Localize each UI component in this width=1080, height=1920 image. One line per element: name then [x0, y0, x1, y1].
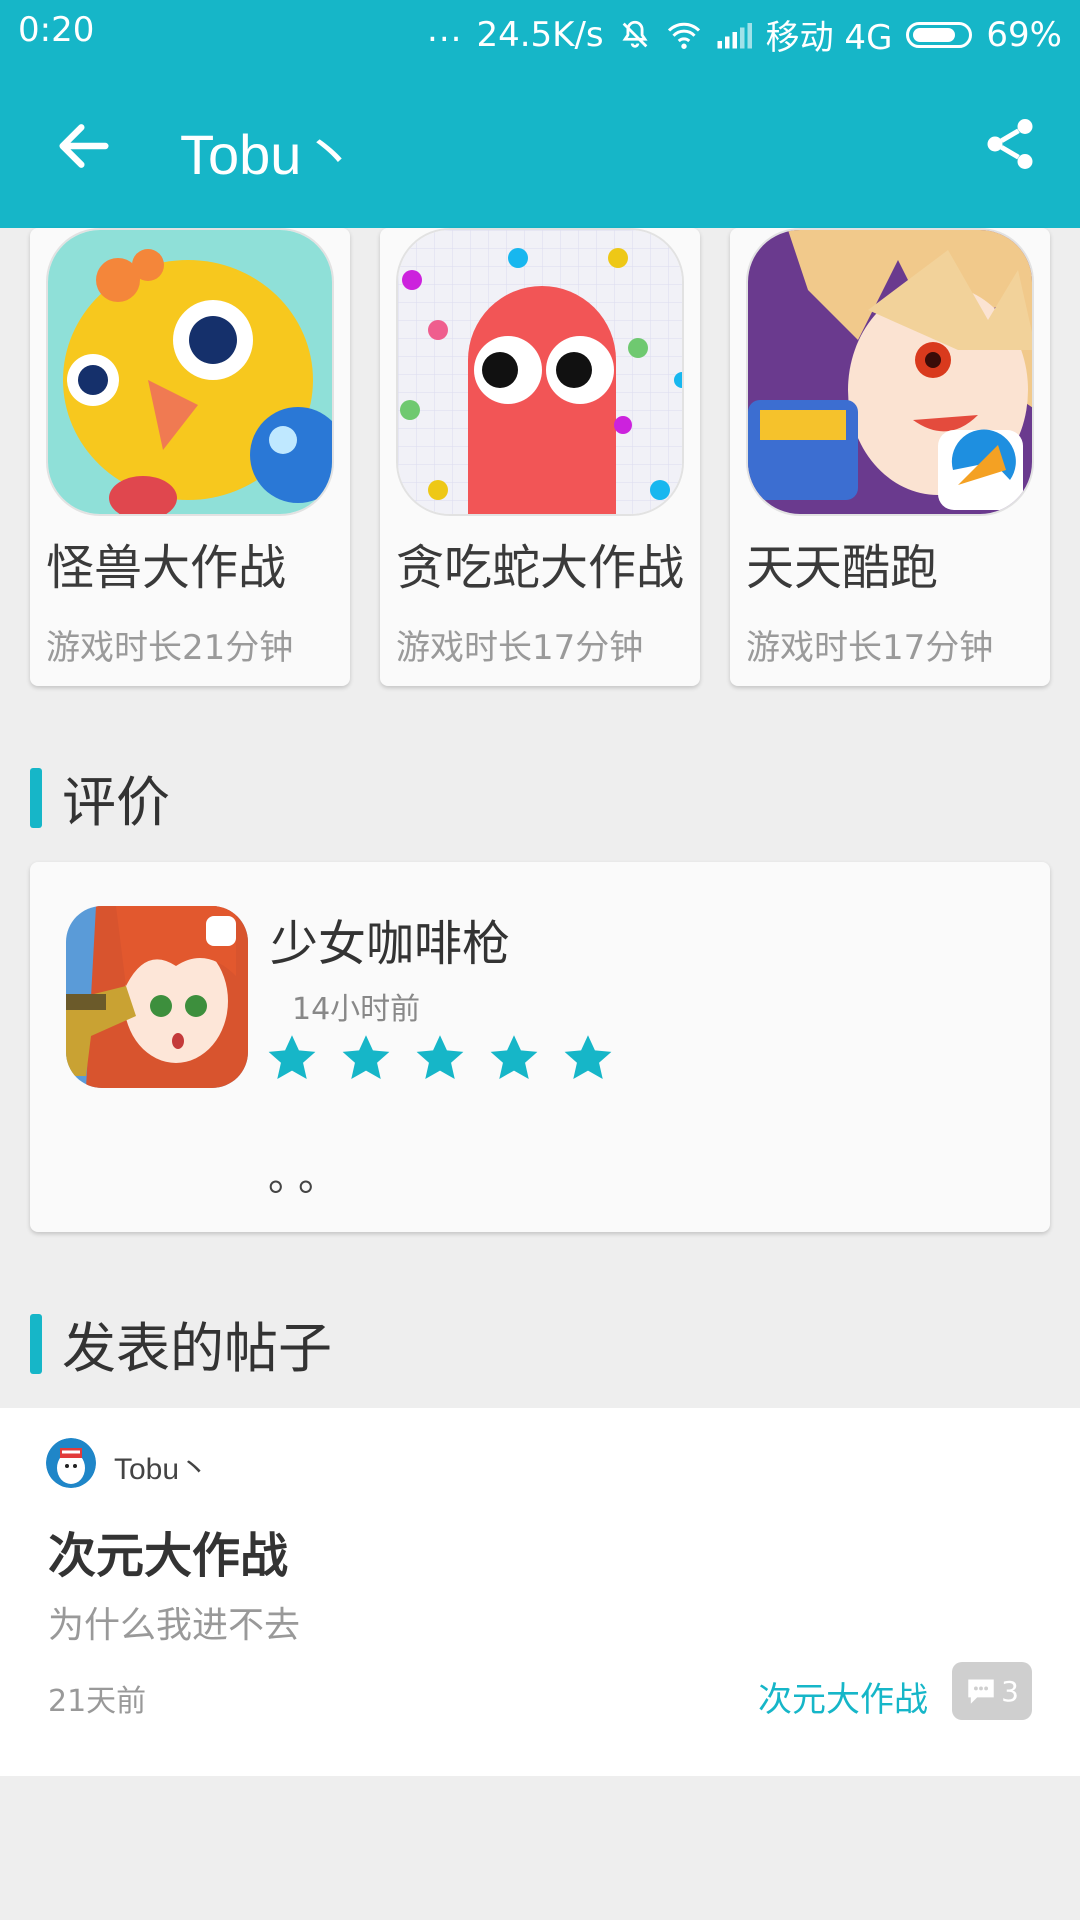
parkour-game-icon: [746, 228, 1034, 516]
app-bar: Tobu丶: [0, 60, 1080, 228]
wifi-icon: [666, 20, 702, 50]
status-time: 0:20: [18, 10, 95, 50]
carrier-label: 移动 4G: [765, 18, 893, 58]
comment-count-button[interactable]: 3: [952, 1662, 1032, 1720]
star-icon: [268, 1035, 316, 1080]
game-name: 怪兽大作战: [46, 540, 287, 596]
game-name: 贪吃蛇大作战: [396, 540, 685, 596]
game-playtime: 游戏时长21分钟: [46, 628, 294, 668]
post-author[interactable]: Tobu丶: [114, 1444, 209, 1488]
post-item[interactable]: Tobu丶 次元大作战 为什么我进不去 21天前 次元大作战 3: [0, 1408, 1080, 1776]
signal-icon: [716, 21, 752, 49]
star-icon: [564, 1035, 612, 1080]
game-card[interactable]: 怪兽大作战 游戏时长21分钟: [30, 228, 350, 686]
status-dots: ...: [427, 9, 463, 50]
comment-count: 3: [1001, 1674, 1019, 1708]
comment-icon: [968, 1679, 994, 1704]
posts-section-header: 发表的帖子: [30, 1304, 332, 1383]
review-game-name: 少女咖啡枪: [270, 916, 511, 972]
game-card[interactable]: 贪吃蛇大作战 游戏时长17分钟: [380, 228, 700, 686]
game-name: 天天酷跑: [746, 540, 939, 596]
star-icon: [490, 1035, 538, 1080]
share-icon[interactable]: [980, 112, 1040, 176]
post-date: 21天前: [48, 1684, 147, 1719]
review-text: 。。: [268, 1154, 348, 1200]
game-card[interactable]: 天天酷跑 游戏时长17分钟: [730, 228, 1050, 686]
section-title: 发表的帖子: [62, 1317, 332, 1380]
post-title: 次元大作战: [48, 1528, 289, 1584]
star-rating: [266, 1032, 614, 1084]
game-playtime: 游戏时长17分钟: [396, 628, 644, 668]
section-accent-bar: [30, 767, 42, 828]
arrow-left-icon[interactable]: [52, 114, 116, 178]
game-playtime: 游戏时长17分钟: [746, 628, 994, 668]
snake-game-icon: [396, 228, 684, 516]
post-body: 为什么我进不去: [48, 1605, 301, 1646]
coffee-gun-game-icon[interactable]: [66, 906, 248, 1088]
network-speed: 24.5K/s: [476, 14, 604, 55]
battery-percent: 69%: [986, 14, 1062, 55]
battery-icon: [906, 21, 973, 48]
post-game-tag[interactable]: 次元大作战: [758, 1672, 928, 1721]
recent-games: 怪兽大作战 游戏时长21分钟 贪吃蛇大作战 游戏时长17分钟 天天酷跑 游戏时长…: [30, 228, 1050, 686]
top-bar: 0:20 ... 24.5K/s 移动 4G 69% Tobu丶: [0, 0, 1080, 228]
avatar[interactable]: [46, 1438, 96, 1488]
star-icon: [416, 1035, 464, 1080]
monster-game-icon: [46, 228, 334, 516]
review-time: 14小时前: [292, 992, 421, 1027]
review-card[interactable]: 少女咖啡枪 14小时前 。。: [30, 862, 1050, 1232]
status-bar: 0:20 ... 24.5K/s 移动 4G 69%: [0, 0, 1080, 60]
section-title: 评价: [62, 771, 170, 834]
reviews-section-header: 评价: [30, 758, 170, 837]
section-accent-bar: [30, 1313, 42, 1374]
star-icon: [342, 1035, 390, 1080]
mute-icon: [618, 18, 652, 52]
status-right: ... 24.5K/s 移动 4G 69%: [427, 10, 1062, 59]
page-title: Tobu丶: [180, 123, 358, 186]
